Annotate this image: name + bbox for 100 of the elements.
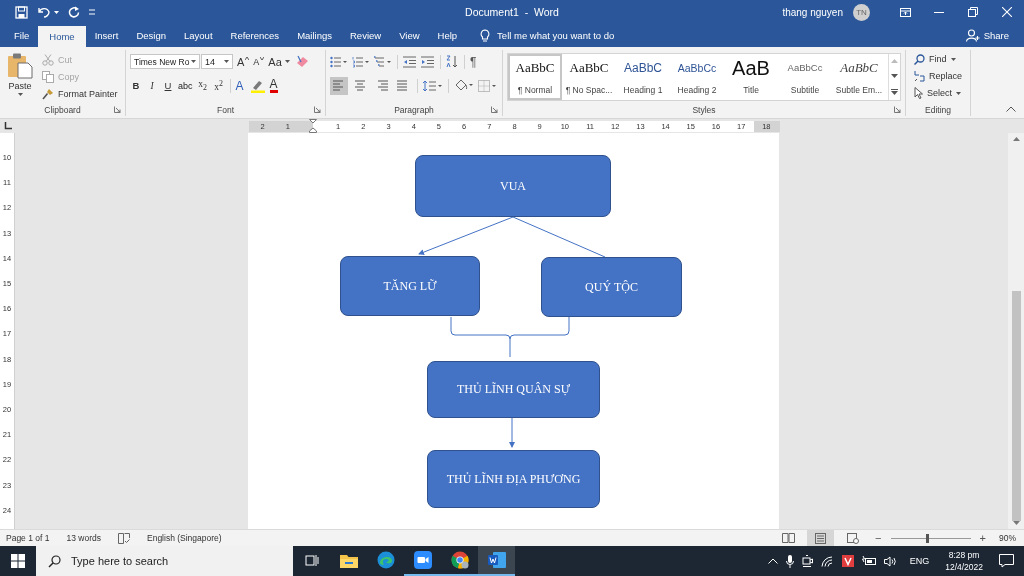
tab-stop-icon[interactable] [4, 122, 12, 130]
caret-icon[interactable] [224, 60, 229, 63]
scroll-up-icon[interactable] [1012, 137, 1020, 141]
ribbon-tab[interactable]: Review [341, 24, 391, 47]
diagram-box: TĂNG LỮ [340, 256, 480, 316]
ribbon-tab[interactable]: Mailings [288, 24, 341, 47]
find-button[interactable]: Find [914, 52, 966, 66]
align-button[interactable] [330, 76, 348, 95]
replace-button[interactable]: Replace [914, 69, 966, 83]
group-label: Paragraph [394, 104, 434, 115]
ribbon-tab[interactable]: File [5, 24, 39, 47]
select-button[interactable]: Select [914, 86, 966, 100]
clock-time[interactable]: 8:28 pm [948, 549, 980, 561]
clock-date[interactable]: 12/4/2022 [945, 561, 983, 573]
grow-font-button[interactable]: A [237, 55, 250, 68]
proofing-icon[interactable] [118, 532, 130, 544]
expand-gallery-icon[interactable] [891, 88, 898, 95]
caret-icon[interactable] [54, 10, 59, 14]
text-effects-button[interactable]: A [235, 78, 244, 93]
format-button[interactable]: B [130, 80, 142, 91]
multilevel-list-icon[interactable] [374, 55, 392, 68]
format-button[interactable]: abc [178, 80, 193, 91]
ribbon-tab[interactable]: Layout [175, 24, 222, 47]
ribbon-tab[interactable]: Help [428, 24, 467, 47]
decrease-indent-icon[interactable] [403, 55, 417, 68]
format-button[interactable]: x$^{2}$ [212, 78, 225, 93]
scroll-down-icon[interactable] [891, 74, 898, 78]
format-painter-button[interactable]: Format Painter [42, 86, 118, 101]
eraser-icon[interactable] [295, 55, 309, 68]
language-indicator[interactable]: English (Singapore) [147, 533, 222, 543]
folder-icon [339, 552, 358, 568]
ribbon-tab[interactable]: Insert [85, 24, 128, 47]
clipboard-icon [7, 52, 33, 79]
input-language[interactable]: ENG [909, 556, 930, 566]
caret-icon[interactable] [191, 60, 196, 63]
diagram-box: QUÝ TỘC [541, 257, 682, 317]
word-count[interactable]: 13 words [66, 533, 101, 543]
microphone-icon[interactable] [785, 554, 794, 568]
meet-camera-icon[interactable] [801, 554, 813, 568]
tell-me-button[interactable]: Tell me what you want to do [480, 24, 615, 47]
scrollbar-thumb[interactable] [1011, 290, 1021, 522]
indent-marker-icon[interactable] [308, 119, 317, 133]
sort-icon[interactable] [446, 55, 459, 68]
dialog-launcher-icon[interactable] [114, 106, 121, 113]
zoom-level[interactable]: 90% [999, 533, 1016, 543]
dialog-launcher-icon[interactable] [894, 106, 901, 113]
change-case-button[interactable]: Aa [268, 55, 290, 68]
restore-icon [968, 7, 978, 17]
share-button[interactable]: Share [965, 24, 1009, 47]
book-icon [782, 533, 796, 543]
page-count[interactable]: Page 1 of 1 [6, 533, 50, 543]
taskbar-search-field[interactable]: Type here to search [36, 546, 293, 576]
style-item[interactable]: AaBbC ¶ No Spac... [562, 54, 616, 100]
style-item[interactable]: AaBbC Subtle Em... [832, 54, 886, 100]
style-item[interactable]: AaBbCc Subtitle [778, 54, 832, 100]
customize-icon[interactable] [89, 9, 95, 15]
notification-icon[interactable] [999, 554, 1014, 568]
dialog-launcher-icon[interactable] [314, 106, 321, 113]
battery-icon[interactable] [861, 556, 876, 566]
format-button[interactable]: x$_{2}$ [196, 79, 209, 92]
ribbon-tab[interactable]: Home [38, 26, 86, 47]
shading-icon[interactable] [454, 79, 474, 92]
dialog-launcher-icon[interactable] [491, 106, 498, 113]
font-size-field[interactable]: 14 [201, 54, 233, 69]
paste-button[interactable]: Paste [4, 52, 36, 103]
ribbon-tab[interactable]: Design [127, 24, 175, 47]
undo-icon[interactable] [37, 6, 51, 18]
highlighter-icon[interactable] [249, 78, 266, 93]
collapse-ribbon-icon[interactable] [1006, 106, 1016, 112]
zoom-out-button[interactable]: − [875, 532, 882, 544]
user-name[interactable]: thang nguyen [782, 6, 843, 18]
style-item[interactable]: AaBbCc Heading 2 [670, 54, 724, 100]
up-caret-icon [245, 56, 250, 60]
chevron-up-icon[interactable] [767, 558, 778, 564]
numbering-icon[interactable] [352, 55, 370, 68]
style-item[interactable]: AaB Title [724, 54, 778, 100]
speaker-icon[interactable] [883, 555, 898, 567]
wifi-icon[interactable] [820, 555, 834, 567]
save-icon[interactable] [15, 5, 28, 19]
font-name-field[interactable]: Times New Ro [130, 54, 200, 69]
redo-icon[interactable] [68, 6, 80, 18]
print-layout-button[interactable] [807, 530, 835, 546]
tray-app-icon[interactable] [841, 555, 854, 567]
ribbon-tab[interactable]: References [221, 24, 289, 47]
line-spacing-icon[interactable] [423, 79, 444, 92]
font-color-button[interactable]: A [269, 78, 278, 93]
format-button[interactable]: U [162, 80, 174, 91]
show-formatting-button[interactable]: ¶ [470, 54, 477, 69]
format-button[interactable]: I [146, 80, 158, 91]
document-w-icon [487, 552, 506, 568]
group-label: Styles [692, 104, 716, 115]
zoom-in-button[interactable]: + [979, 532, 986, 544]
caret-icon[interactable] [17, 93, 23, 96]
user-avatar[interactable]: TN [853, 3, 870, 21]
shrink-font-button[interactable]: A [253, 56, 265, 67]
bullets-icon[interactable] [330, 55, 348, 68]
style-item[interactable]: AaBbC ¶ Normal [508, 54, 562, 100]
ribbon-tab[interactable]: View [390, 24, 429, 47]
increase-indent-icon[interactable] [421, 55, 435, 68]
style-item[interactable]: AaBbC Heading 1 [616, 54, 670, 100]
